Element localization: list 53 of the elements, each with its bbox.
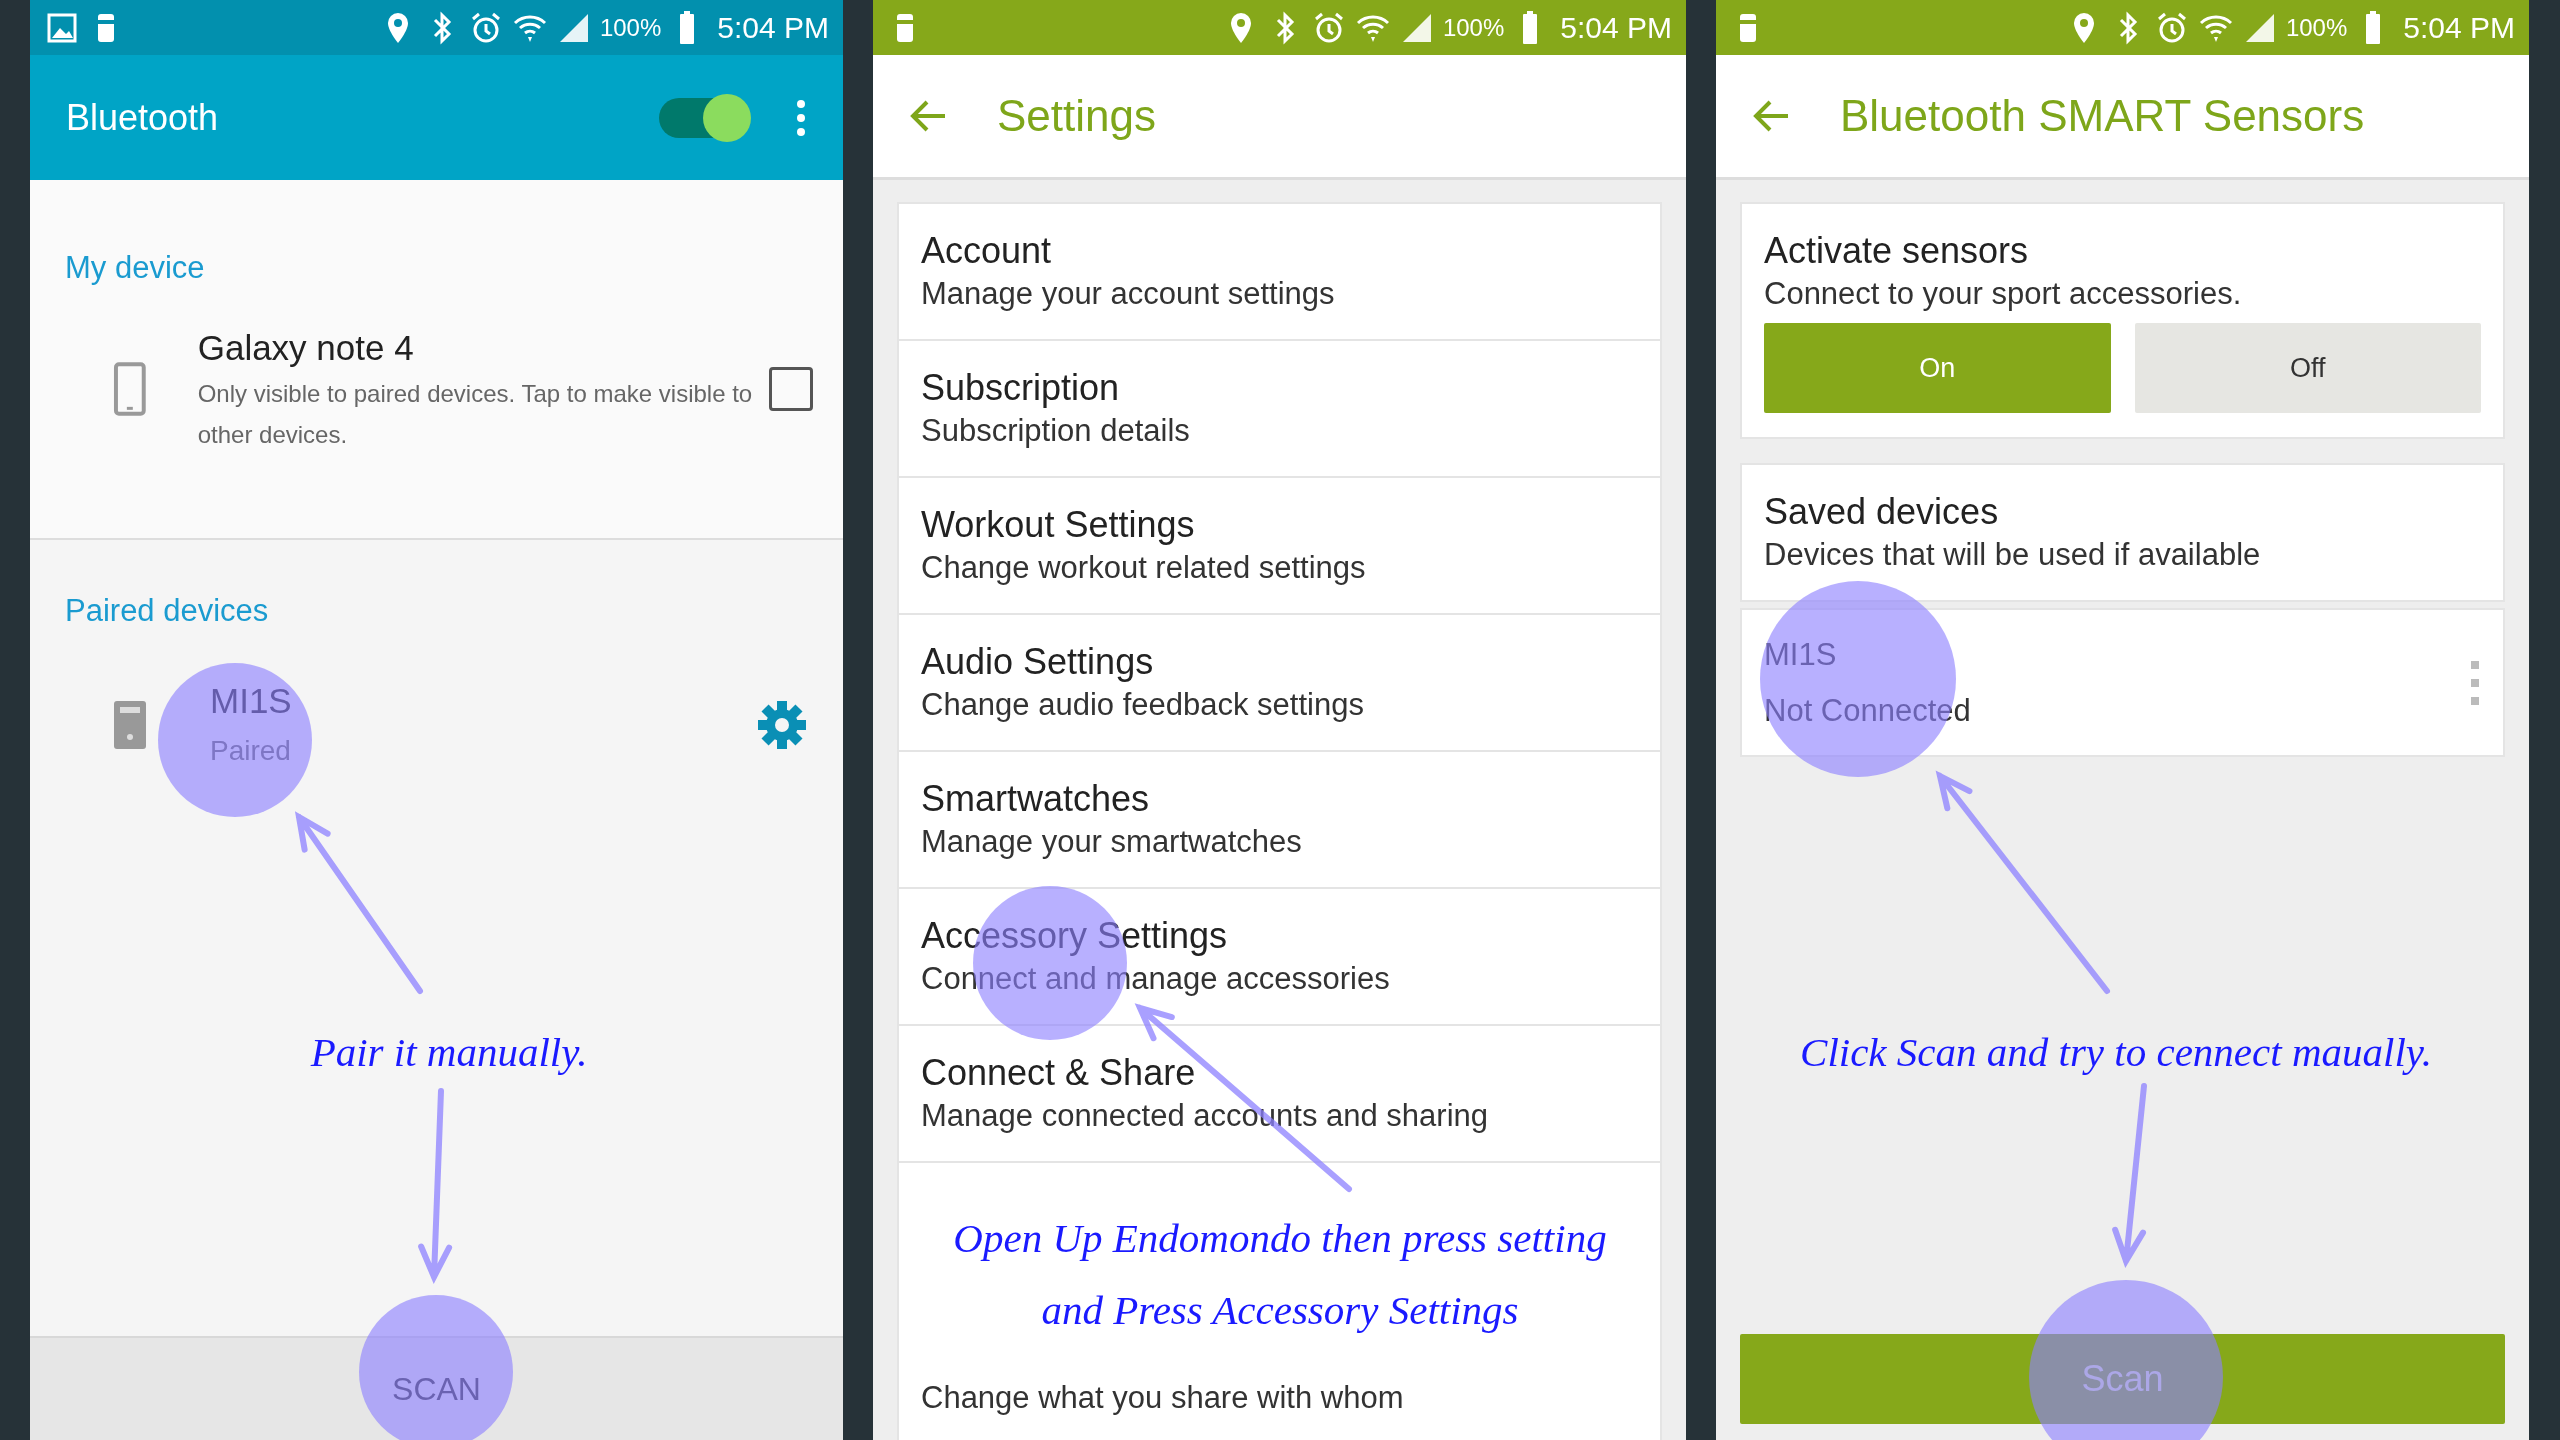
item-title: Accessory Settings — [921, 914, 1229, 958]
status-time: 5:04 PM — [717, 10, 829, 46]
annotation-text: Click Scan and try to cennect maually. — [1800, 1028, 2432, 1077]
device-icon — [112, 698, 148, 751]
status-time: 5:04 PM — [2403, 10, 2515, 46]
card-title: Activate sensors — [1764, 229, 2030, 273]
section-header: Paired devices — [64, 592, 270, 630]
app-bar-title: Settings — [997, 90, 1156, 142]
battery-percent: 100% — [599, 12, 662, 43]
checkbox[interactable] — [769, 366, 813, 411]
item-title: Connect & Share — [921, 1051, 1197, 1095]
toggle-button[interactable]: Off — [2134, 322, 2481, 413]
settings-item[interactable]: Account Manage your account settings — [899, 204, 1660, 341]
item-title: Workout Settings — [921, 503, 1196, 547]
device-name: Galaxy note 4 — [197, 326, 415, 369]
device-row[interactable]: Galaxy note 4 Only visible to paired devices. Tap to make visible to other devices. — [30, 291, 843, 456]
more-icon[interactable] — [795, 97, 807, 138]
item-title: Account — [921, 229, 1053, 273]
settings-icon[interactable] — [756, 698, 808, 751]
annotation-text: Pair it manually. — [310, 1028, 588, 1077]
item-subtitle: Manage connected accounts and sharing — [921, 1097, 1489, 1135]
settings-item[interactable]: Accessory Settings Connect and manage accessories — [899, 889, 1660, 1026]
card-subtitle: Devices that will be used if available — [1764, 535, 2262, 574]
annotation-text: Open Up Endomondo then press setting — [953, 1214, 1607, 1263]
item-title: Audio Settings — [921, 640, 1155, 684]
app-bar-title: Bluetooth — [66, 95, 219, 140]
item-subtitle: Manage your smartwatches — [921, 823, 1303, 861]
battery-percent: 100% — [1442, 12, 1505, 43]
item-subtitle: Subscription details — [921, 412, 1191, 450]
item-title: Subscription — [921, 366, 1121, 410]
section-header: My device — [64, 249, 206, 287]
device-name: MI1S — [1764, 635, 1838, 674]
item-title: Smartwatches — [921, 777, 1151, 821]
settings-item[interactable]: Workout Settings Change workout related settings — [899, 478, 1660, 615]
more-icon[interactable] — [2469, 658, 2481, 707]
settings-item[interactable]: Smartwatches Manage your smartwatches — [899, 752, 1660, 889]
item-subtitle: Change what you share with whom — [921, 1379, 1405, 1417]
card-title: Saved devices — [1764, 489, 2000, 534]
device-name: MI1S — [210, 679, 293, 722]
card-subtitle: Connect to your sport accessories. — [1764, 275, 2243, 313]
annotation-text: and Press Accessory Settings — [1041, 1286, 1519, 1335]
item-subtitle: Connect and manage accessories — [921, 960, 1391, 998]
item-subtitle: Change audio feedback settings — [921, 686, 1365, 724]
item-subtitle: Manage your account settings — [921, 275, 1336, 313]
settings-item[interactable]: Subscription Subscription details — [899, 341, 1660, 478]
app-bar-title: Bluetooth SMART Sensors — [1840, 90, 2365, 142]
settings-item[interactable]: Audio Settings Change audio feedback settings — [899, 615, 1660, 752]
battery-percent: 100% — [2285, 12, 2348, 43]
settings-item[interactable]: Connect & Share Manage connected accounts and sharing — [899, 1026, 1660, 1163]
status-time: 5:04 PM — [1560, 10, 1672, 46]
device-description: Only visible to paired devices. Tap to make visible to other devices. — [197, 379, 754, 450]
item-subtitle: Change workout related settings — [921, 549, 1367, 587]
settings-item[interactable]: Change what you share with whom — [899, 1353, 1660, 1440]
